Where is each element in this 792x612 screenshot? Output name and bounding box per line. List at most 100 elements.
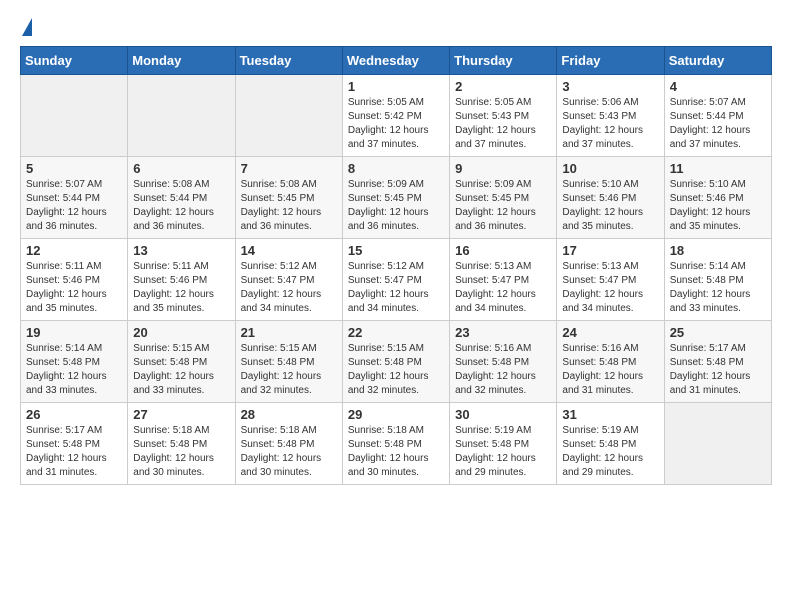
calendar-cell: 15 Sunrise: 5:12 AM Sunset: 5:47 PM Dayli…: [342, 239, 449, 321]
day-number: 13: [133, 243, 229, 258]
calendar-week-2: 5Sunrise: 5:07 AM Sunset: 5:44 PM Daylig…: [21, 157, 772, 239]
day-number: 1: [348, 79, 444, 94]
calendar-cell: 17Sunrise: 5:13 AM Sunset: 5:47 PM Dayli…: [557, 239, 664, 321]
day-info: Sunrise: 5:12 AM Sunset: 5:47 PM Dayligh…: [348, 260, 444, 316]
day-info: Sunrise: 5:15 AM Sunset: 5:48 PM Dayligh…: [133, 342, 229, 398]
day-number: 24: [562, 325, 658, 340]
day-info: Sunrise: 5:13 AM Sunset: 5:47 PM Dayligh…: [455, 260, 551, 316]
calendar-cell: 23 Sunrise: 5:16 AM Sunset: 5:48 PM Dayli…: [450, 321, 557, 403]
day-number: 11: [670, 161, 766, 176]
day-info: Sunrise: 5:15 AM Sunset: 5:48 PM Dayligh…: [348, 342, 444, 398]
day-info: Sunrise: 5:11 AM Sunset: 5:46 PM Dayligh…: [26, 260, 122, 316]
day-number: 29: [348, 407, 444, 422]
calendar-cell: 10Sunrise: 5:10 AM Sunset: 5:46 PM Dayli…: [557, 157, 664, 239]
day-number: 23: [455, 325, 551, 340]
day-info: Sunrise: 5:09 AM Sunset: 5:45 PM Dayligh…: [455, 178, 551, 234]
day-number: 10: [562, 161, 658, 176]
calendar-cell: 28 Sunrise: 5:18 AM Sunset: 5:48 PM Dayli…: [235, 403, 342, 485]
calendar-cell: [128, 75, 235, 157]
day-number: 20: [133, 325, 229, 340]
calendar-cell: 26 Sunrise: 5:17 AM Sunset: 5:48 PM Dayli…: [21, 403, 128, 485]
day-number: 2: [455, 79, 551, 94]
day-number: 17: [562, 243, 658, 258]
calendar-cell: 20 Sunrise: 5:15 AM Sunset: 5:48 PM Dayli…: [128, 321, 235, 403]
day-info: Sunrise: 5:05 AM Sunset: 5:43 PM Dayligh…: [455, 96, 551, 152]
calendar-cell: 13 Sunrise: 5:11 AM Sunset: 5:46 PM Dayli…: [128, 239, 235, 321]
calendar-cell: 29 Sunrise: 5:18 AM Sunset: 5:48 PM Dayli…: [342, 403, 449, 485]
day-info: Sunrise: 5:18 AM Sunset: 5:48 PM Dayligh…: [348, 424, 444, 480]
calendar-cell: 18 Sunrise: 5:14 AM Sunset: 5:48 PM Dayli…: [664, 239, 771, 321]
calendar-week-5: 26 Sunrise: 5:17 AM Sunset: 5:48 PM Dayli…: [21, 403, 772, 485]
calendar-cell: 9 Sunrise: 5:09 AM Sunset: 5:45 PM Daylig…: [450, 157, 557, 239]
day-number: 9: [455, 161, 551, 176]
day-number: 28: [241, 407, 337, 422]
calendar-cell: 5Sunrise: 5:07 AM Sunset: 5:44 PM Daylig…: [21, 157, 128, 239]
column-header-wednesday: Wednesday: [342, 47, 449, 75]
day-number: 19: [26, 325, 122, 340]
day-number: 22: [348, 325, 444, 340]
day-number: 5: [26, 161, 122, 176]
day-number: 30: [455, 407, 551, 422]
calendar-cell: 21 Sunrise: 5:15 AM Sunset: 5:48 PM Dayli…: [235, 321, 342, 403]
day-info: Sunrise: 5:18 AM Sunset: 5:48 PM Dayligh…: [241, 424, 337, 480]
calendar-cell: 11 Sunrise: 5:10 AM Sunset: 5:46 PM Dayli…: [664, 157, 771, 239]
logo: [20, 20, 32, 36]
day-number: 25: [670, 325, 766, 340]
calendar-cell: 1 Sunrise: 5:05 AM Sunset: 5:42 PM Daylig…: [342, 75, 449, 157]
day-info: Sunrise: 5:11 AM Sunset: 5:46 PM Dayligh…: [133, 260, 229, 316]
logo-icon: [22, 18, 32, 36]
day-info: Sunrise: 5:18 AM Sunset: 5:48 PM Dayligh…: [133, 424, 229, 480]
calendar-cell: 30 Sunrise: 5:19 AM Sunset: 5:48 PM Dayli…: [450, 403, 557, 485]
day-info: Sunrise: 5:16 AM Sunset: 5:48 PM Dayligh…: [455, 342, 551, 398]
calendar-cell: 14 Sunrise: 5:12 AM Sunset: 5:47 PM Dayli…: [235, 239, 342, 321]
calendar-cell: [21, 75, 128, 157]
day-number: 14: [241, 243, 337, 258]
day-info: Sunrise: 5:09 AM Sunset: 5:45 PM Dayligh…: [348, 178, 444, 234]
day-info: Sunrise: 5:07 AM Sunset: 5:44 PM Dayligh…: [670, 96, 766, 152]
column-header-thursday: Thursday: [450, 47, 557, 75]
calendar-table: SundayMondayTuesdayWednesdayThursdayFrid…: [20, 46, 772, 485]
day-info: Sunrise: 5:16 AM Sunset: 5:48 PM Dayligh…: [562, 342, 658, 398]
column-header-sunday: Sunday: [21, 47, 128, 75]
day-number: 16: [455, 243, 551, 258]
day-number: 18: [670, 243, 766, 258]
calendar-cell: 2 Sunrise: 5:05 AM Sunset: 5:43 PM Daylig…: [450, 75, 557, 157]
day-info: Sunrise: 5:19 AM Sunset: 5:48 PM Dayligh…: [562, 424, 658, 480]
calendar-week-3: 12 Sunrise: 5:11 AM Sunset: 5:46 PM Dayli…: [21, 239, 772, 321]
day-number: 12: [26, 243, 122, 258]
column-header-saturday: Saturday: [664, 47, 771, 75]
day-info: Sunrise: 5:15 AM Sunset: 5:48 PM Dayligh…: [241, 342, 337, 398]
day-info: Sunrise: 5:05 AM Sunset: 5:42 PM Dayligh…: [348, 96, 444, 152]
day-number: 27: [133, 407, 229, 422]
day-number: 26: [26, 407, 122, 422]
day-number: 31: [562, 407, 658, 422]
calendar-cell: 12 Sunrise: 5:11 AM Sunset: 5:46 PM Dayli…: [21, 239, 128, 321]
day-info: Sunrise: 5:14 AM Sunset: 5:48 PM Dayligh…: [670, 260, 766, 316]
day-number: 21: [241, 325, 337, 340]
column-header-tuesday: Tuesday: [235, 47, 342, 75]
day-info: Sunrise: 5:17 AM Sunset: 5:48 PM Dayligh…: [26, 424, 122, 480]
day-info: Sunrise: 5:08 AM Sunset: 5:45 PM Dayligh…: [241, 178, 337, 234]
calendar-cell: 16 Sunrise: 5:13 AM Sunset: 5:47 PM Dayli…: [450, 239, 557, 321]
calendar-cell: 22 Sunrise: 5:15 AM Sunset: 5:48 PM Dayli…: [342, 321, 449, 403]
calendar-cell: 19Sunrise: 5:14 AM Sunset: 5:48 PM Dayli…: [21, 321, 128, 403]
day-number: 15: [348, 243, 444, 258]
calendar-header-row: SundayMondayTuesdayWednesdayThursdayFrid…: [21, 47, 772, 75]
day-info: Sunrise: 5:19 AM Sunset: 5:48 PM Dayligh…: [455, 424, 551, 480]
calendar-cell: 24 Sunrise: 5:16 AM Sunset: 5:48 PM Dayli…: [557, 321, 664, 403]
day-number: 8: [348, 161, 444, 176]
calendar-cell: [664, 403, 771, 485]
calendar-cell: 4 Sunrise: 5:07 AM Sunset: 5:44 PM Daylig…: [664, 75, 771, 157]
day-number: 6: [133, 161, 229, 176]
calendar-week-4: 19Sunrise: 5:14 AM Sunset: 5:48 PM Dayli…: [21, 321, 772, 403]
day-info: Sunrise: 5:17 AM Sunset: 5:48 PM Dayligh…: [670, 342, 766, 398]
column-header-friday: Friday: [557, 47, 664, 75]
day-number: 4: [670, 79, 766, 94]
day-info: Sunrise: 5:12 AM Sunset: 5:47 PM Dayligh…: [241, 260, 337, 316]
calendar-cell: 31 Sunrise: 5:19 AM Sunset: 5:48 PM Dayli…: [557, 403, 664, 485]
calendar-cell: 27 Sunrise: 5:18 AM Sunset: 5:48 PM Dayli…: [128, 403, 235, 485]
day-info: Sunrise: 5:06 AM Sunset: 5:43 PM Dayligh…: [562, 96, 658, 152]
day-number: 7: [241, 161, 337, 176]
calendar-cell: [235, 75, 342, 157]
day-info: Sunrise: 5:10 AM Sunset: 5:46 PM Dayligh…: [670, 178, 766, 234]
